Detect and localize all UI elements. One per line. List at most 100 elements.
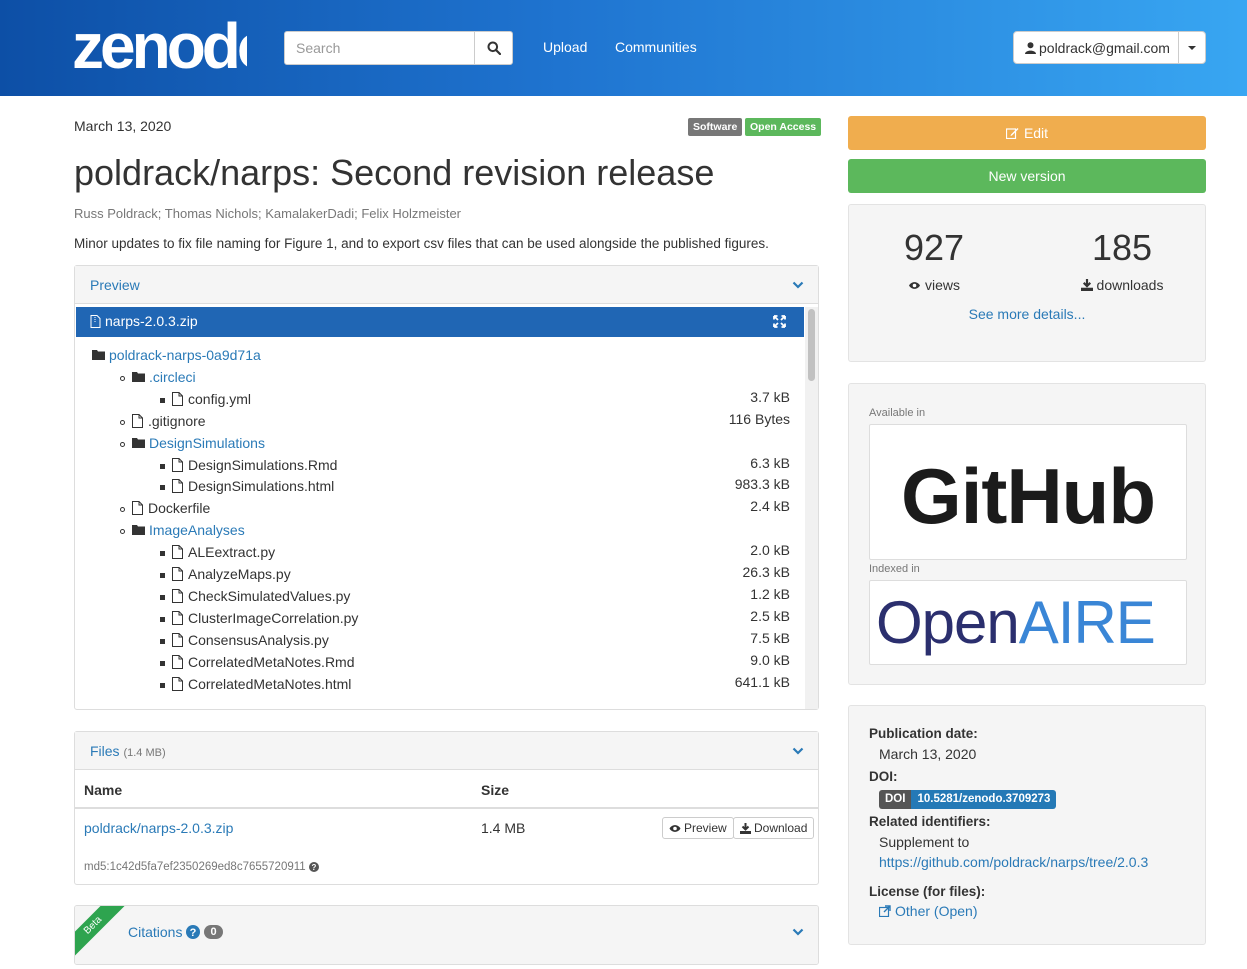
tree-bullet xyxy=(160,397,165,403)
github-logo-link[interactable]: GitHub xyxy=(869,424,1187,560)
file-icon xyxy=(172,479,183,494)
zenodo-logo[interactable]: zenodo xyxy=(72,12,247,76)
views-label-text: views xyxy=(924,277,960,293)
file-icon xyxy=(172,632,183,647)
user-menu-button[interactable]: poldrack@gmail.com xyxy=(1014,32,1180,63)
caret-down-icon xyxy=(1188,45,1196,50)
tree-item-name: DesignSimulations.html xyxy=(188,478,335,495)
citations-panel-heading[interactable]: Beta Citations ? 0 xyxy=(75,906,818,964)
svg-text:?: ? xyxy=(311,863,316,872)
user-menu-toggle[interactable] xyxy=(1178,32,1205,63)
doi-badge[interactable]: DOI 10.5281/zenodo.3709273 xyxy=(879,790,1057,809)
preview-panel: Preview narps-2.0.3.zip poldrack-narps-0… xyxy=(74,265,819,710)
tree-bullet xyxy=(120,529,125,535)
fullscreen-icon[interactable] xyxy=(773,315,786,328)
question-circle-icon[interactable]: ? xyxy=(186,925,201,939)
tree-file-row: DesignSimulations.Rmd 6.3 kB xyxy=(76,455,805,477)
tree-file-row: CorrelatedMetaNotes.Rmd 9.0 kB xyxy=(76,652,805,674)
tree-item-name[interactable]: .circleci xyxy=(149,369,196,385)
tree-bullet xyxy=(160,638,165,644)
chevron-down-icon[interactable] xyxy=(792,745,804,757)
publication-date-label: Publication date: xyxy=(869,726,978,741)
availability-well: Available in GitHub Indexed in OpenAIRE xyxy=(848,383,1206,685)
tree-bullet xyxy=(120,419,125,425)
chevron-down-icon[interactable] xyxy=(792,926,804,938)
tree-bullet xyxy=(120,375,125,381)
tree-item-name: config.yml xyxy=(188,390,252,407)
tree-item-name: .gitignore xyxy=(148,412,206,429)
file-download-button[interactable]: Download xyxy=(733,817,815,839)
files-panel-heading[interactable]: Files (1.4 MB) xyxy=(75,732,818,770)
open-access-badge: Open Access xyxy=(745,118,822,136)
record-description: Minor updates to fix file naming for Fig… xyxy=(74,236,769,251)
new-version-label: New version xyxy=(988,168,1066,184)
file-link[interactable]: poldrack/narps-2.0.3.zip xyxy=(84,820,233,836)
download-icon xyxy=(1080,279,1093,291)
file-tree: poldrack-narps-0a9d71a .circleci config.ym… xyxy=(76,337,805,709)
related-identifier-link[interactable]: https://github.com/poldrack/narps/tree/2… xyxy=(879,854,1148,870)
license-link[interactable]: Other (Open) xyxy=(879,903,977,919)
preview-heading: Preview xyxy=(90,277,140,293)
github-logo: GitHub xyxy=(901,452,1156,540)
nav-upload-link[interactable]: Upload xyxy=(543,39,587,55)
preview-panel-heading[interactable]: Preview xyxy=(75,266,818,304)
user-menu[interactable]: poldrack@gmail.com xyxy=(1013,31,1206,64)
user-icon xyxy=(1025,41,1036,54)
stats-well: 927 views 185 downloads See more details… xyxy=(848,204,1206,362)
preview-scrollbar[interactable] xyxy=(805,307,818,709)
views-count: 927 xyxy=(903,227,965,268)
citations-heading: Citations xyxy=(128,924,183,940)
beta-ribbon: Beta xyxy=(75,906,128,960)
new-version-button[interactable]: New version xyxy=(848,159,1206,193)
see-more-details-link[interactable]: See more details... xyxy=(849,306,1205,322)
publication-date-value: March 13, 2020 xyxy=(879,746,977,762)
tree-item-name: AnalyzeMaps.py xyxy=(188,566,291,582)
file-icon xyxy=(172,391,183,406)
file-preview-button[interactable]: Preview xyxy=(662,817,734,839)
tree-item-name[interactable]: ImageAnalyses xyxy=(149,522,245,538)
folder-icon xyxy=(92,350,105,360)
tree-bullet xyxy=(160,485,165,491)
files-total-size: (1.4 MB) xyxy=(123,747,166,759)
external-link-icon xyxy=(879,905,891,917)
nav-communities-link[interactable]: Communities xyxy=(615,39,697,55)
tree-item-size: 2.5 kB xyxy=(750,607,790,624)
openaire-logo-link[interactable]: OpenAIRE xyxy=(869,580,1187,665)
tree-item-size: 6.3 kB xyxy=(750,454,790,471)
file-icon xyxy=(132,501,143,516)
metadata-well: Publication date: March 13, 2020 DOI: DO… xyxy=(848,705,1206,945)
downloads-count: 185 xyxy=(1091,227,1153,268)
views-label: views xyxy=(854,277,1014,293)
question-circle-icon[interactable]: ? xyxy=(308,862,319,872)
tree-item-size: 1.2 kB xyxy=(750,585,790,602)
tree-bullet xyxy=(160,682,165,688)
search-input[interactable] xyxy=(285,32,475,64)
file-icon xyxy=(172,588,183,603)
file-icon xyxy=(172,457,183,472)
tree-item-name: ClusterImageCorrelation.py xyxy=(188,609,359,626)
tree-item-name[interactable]: DesignSimulations xyxy=(149,435,265,451)
file-icon xyxy=(172,567,183,581)
col-name-header: Name xyxy=(84,782,123,798)
scrollbar-thumb[interactable] xyxy=(808,309,815,381)
tree-file-row: ClusterImageCorrelation.py 2.5 kB xyxy=(76,608,805,630)
tree-file-row: CorrelatedMetaNotes.html 641.1 kB xyxy=(76,674,805,696)
doi-badge-prefix: DOI xyxy=(879,790,912,809)
preview-button-label: Preview xyxy=(684,821,727,835)
files-table-header: Name Size xyxy=(75,771,818,809)
top-navbar: zenodo Upload Communities poldrack@gmail… xyxy=(0,0,1247,96)
tree-item-name: ALEextract.py xyxy=(188,544,276,561)
doi-label: DOI: xyxy=(869,769,898,784)
svg-text:?: ? xyxy=(190,927,197,939)
search-box xyxy=(284,31,513,65)
tree-item-name[interactable]: poldrack-narps-0a9d71a xyxy=(109,347,261,363)
tree-file-row: ConsensusAnalysis.py 7.5 kB xyxy=(76,630,805,652)
download-icon xyxy=(740,822,751,834)
edit-button[interactable]: Edit xyxy=(848,116,1206,150)
tree-item-name: CorrelatedMetaNotes.Rmd xyxy=(188,653,355,670)
file-icon xyxy=(132,413,143,428)
search-button[interactable] xyxy=(474,32,512,64)
indexed-in-label: Indexed in xyxy=(869,563,920,575)
chevron-down-icon[interactable] xyxy=(792,279,804,291)
doi-badge-value: 10.5281/zenodo.3709273 xyxy=(911,790,1057,809)
